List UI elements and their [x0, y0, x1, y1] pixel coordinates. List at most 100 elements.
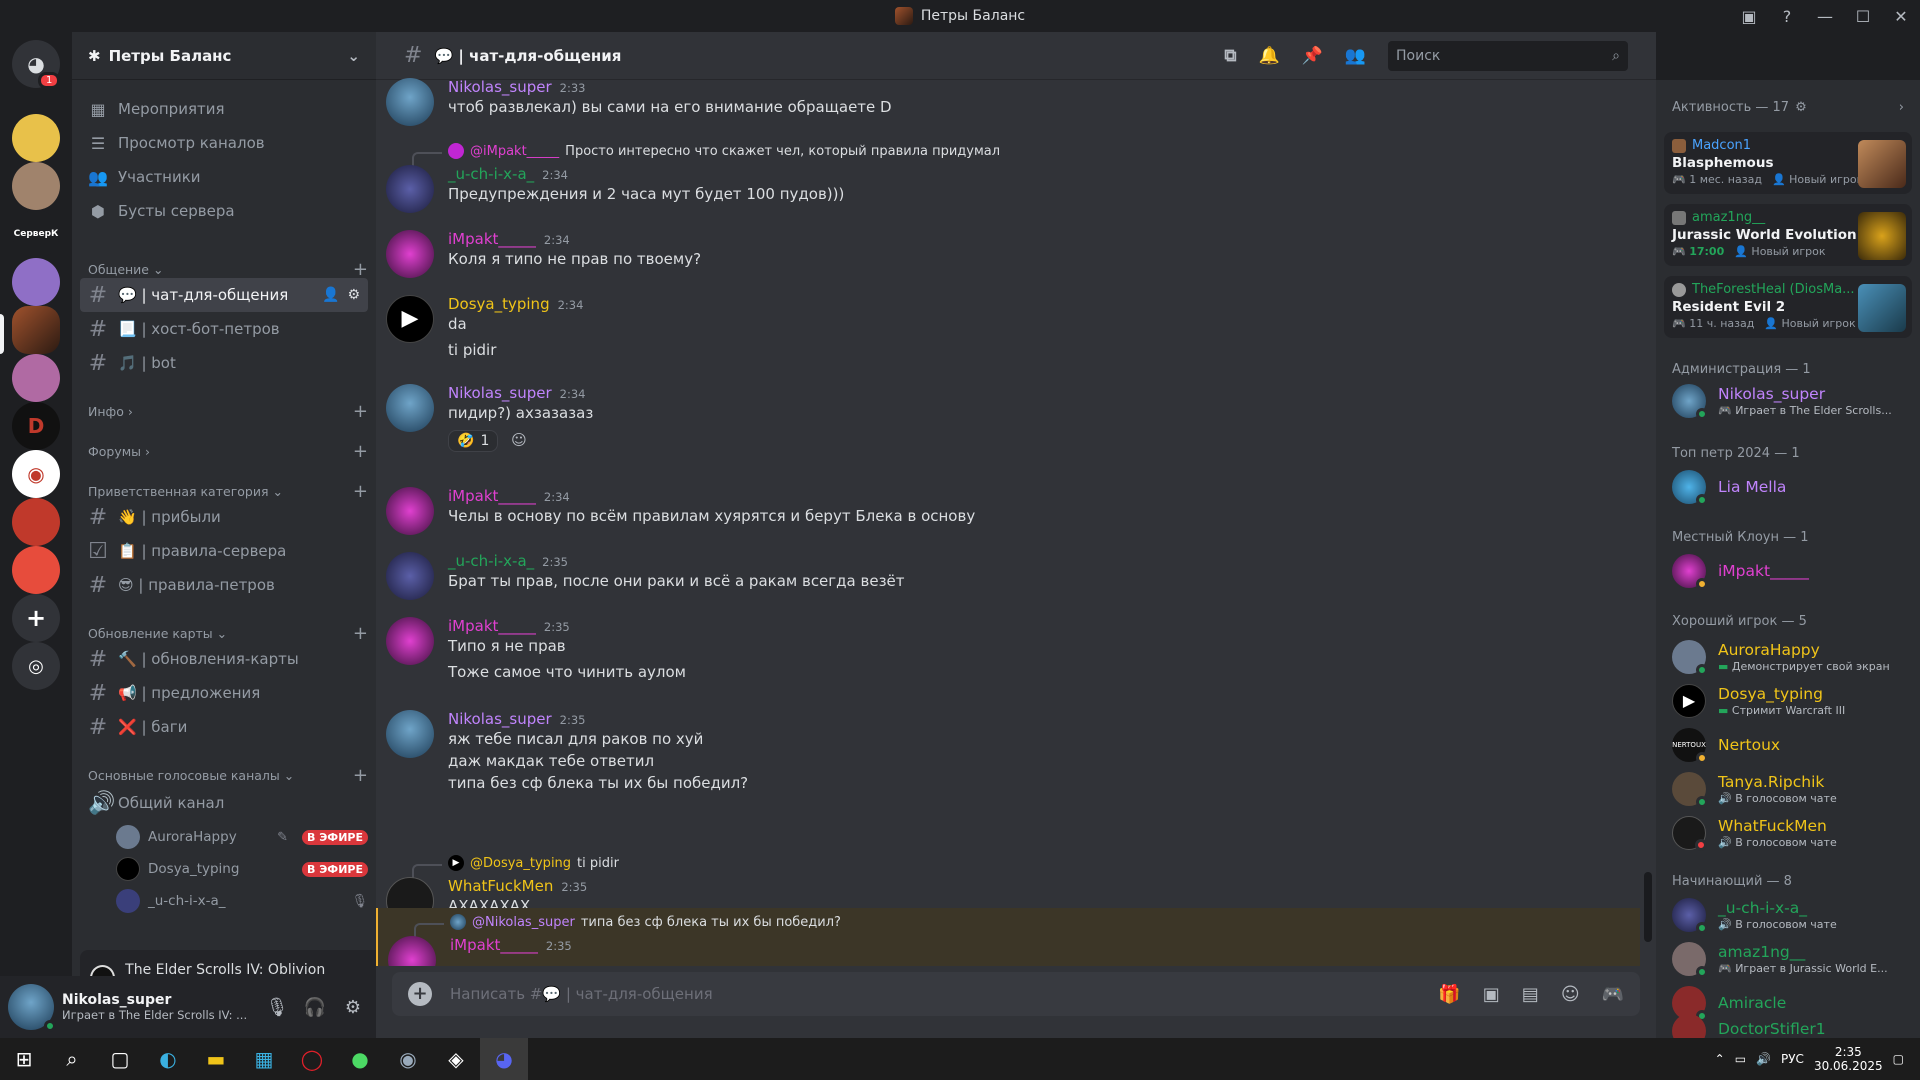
- add-channel-icon[interactable]: +: [353, 765, 368, 786]
- gear-icon[interactable]: ⚙: [1795, 100, 1807, 115]
- server-header[interactable]: ✱ Петры Баланс ⌄: [72, 32, 376, 80]
- member-item[interactable]: NERTOUX Nertoux: [1672, 724, 1912, 766]
- message-author[interactable]: Nikolas_super: [448, 710, 552, 728]
- play-avatar[interactable]: ▶: [386, 295, 434, 343]
- channel-host[interactable]: # 📃 | хост-бот-петров: [80, 312, 368, 346]
- sticker-icon[interactable]: ▤: [1522, 984, 1539, 1005]
- nav-browse-channels[interactable]: ☰ Просмотр каналов: [80, 126, 368, 160]
- server-icon-1[interactable]: [12, 114, 60, 162]
- microphone-icon[interactable]: 🎙: [262, 997, 292, 1018]
- avatar[interactable]: [386, 230, 434, 278]
- message-author[interactable]: WhatFuckMen: [448, 877, 553, 895]
- member-item[interactable]: AuroraHappy ▬ Демонстрирует свой экран: [1672, 636, 1912, 678]
- app-icon-green[interactable]: ●: [336, 1038, 384, 1080]
- server-icon-3[interactable]: [12, 258, 60, 306]
- message-author[interactable]: iMpakt_____: [450, 936, 538, 954]
- add-channel-icon[interactable]: +: [353, 401, 368, 422]
- gif-icon[interactable]: ▣: [1483, 984, 1500, 1005]
- message-input-placeholder[interactable]: Написать #💬 | чат-для-общения: [450, 985, 713, 1003]
- message-author[interactable]: _u-ch-i-x-a_: [448, 552, 534, 570]
- chevron-right-icon[interactable]: ›: [1899, 100, 1904, 115]
- server-icon-petry-balans[interactable]: [12, 306, 60, 354]
- activity-card[interactable]: amaz1ng__ Jurassic World Evolution 2 🎮 1…: [1664, 204, 1912, 266]
- channel-suggestions[interactable]: # 📢 | предложения: [80, 676, 368, 710]
- maximize-button[interactable]: ☐: [1844, 7, 1882, 26]
- avatar[interactable]: [386, 165, 434, 213]
- category-info[interactable]: Инфо › +: [88, 400, 368, 422]
- message-author[interactable]: iMpakt_____: [448, 617, 536, 635]
- help-icon[interactable]: ?: [1768, 7, 1806, 26]
- server-icon-2[interactable]: [12, 162, 60, 210]
- message-composer[interactable]: + Написать #💬 | чат-для-общения 🎁 ▣ ▤ ☺ …: [392, 972, 1640, 1016]
- windows-start-icon[interactable]: ⊞: [0, 1038, 48, 1080]
- nav-boosts[interactable]: ⬢ Бусты сервера: [80, 194, 368, 228]
- activity-card[interactable]: TheForestHeal (DiosMa... Resident Evil 2…: [1664, 276, 1912, 338]
- member-item[interactable]: _u-ch-i-x-a_ 🔊 В голосовом чате: [1672, 894, 1912, 936]
- discord-icon[interactable]: ◕: [480, 1038, 528, 1080]
- reply-preview[interactable]: @Nikolas_super типа без сф блека ты их бы…: [414, 914, 841, 937]
- voice-user[interactable]: Dosya_typing В ЭФИРЕ: [116, 854, 368, 884]
- add-channel-icon[interactable]: +: [353, 623, 368, 644]
- steam-icon[interactable]: ◉: [384, 1038, 432, 1080]
- activities-icon[interactable]: 🎮: [1602, 984, 1624, 1005]
- reply-preview[interactable]: ▶ @Dosya_typing ti pidir: [412, 855, 619, 878]
- avatar[interactable]: [386, 710, 434, 758]
- server-icon-diablo[interactable]: D: [12, 402, 60, 450]
- task-view-icon[interactable]: ▢: [96, 1038, 144, 1080]
- channel-bot[interactable]: # 🎵 | bot: [80, 346, 368, 380]
- add-channel-icon[interactable]: +: [353, 441, 368, 462]
- member-item[interactable]: iMpakt_____: [1672, 550, 1912, 592]
- language-indicator[interactable]: РУС: [1781, 1052, 1804, 1066]
- edge-icon[interactable]: ◐: [144, 1038, 192, 1080]
- avatar[interactable]: [388, 936, 436, 966]
- store-icon[interactable]: ▦: [240, 1038, 288, 1080]
- server-icon-7[interactable]: [12, 546, 60, 594]
- volume-icon[interactable]: 🔊: [1756, 1052, 1771, 1066]
- server-icon-4[interactable]: [12, 354, 60, 402]
- member-item[interactable]: WhatFuckMen 🔊 В голосовом чате: [1672, 812, 1912, 854]
- voice-user[interactable]: AuroraHappy ✎ В ЭФИРЕ: [116, 822, 368, 852]
- member-item[interactable]: DoctorStifler1: [1672, 1014, 1912, 1038]
- add-reaction-icon[interactable]: ☺: [511, 431, 527, 449]
- member-item[interactable]: Lia Mella: [1672, 466, 1912, 508]
- discover-icon[interactable]: ◎: [12, 642, 60, 690]
- gift-icon[interactable]: 🎁: [1438, 984, 1460, 1005]
- minimize-button[interactable]: —: [1806, 7, 1844, 26]
- channel-bugs[interactable]: # ❌ | баги: [80, 710, 368, 744]
- oblivion-icon[interactable]: ◈: [432, 1038, 480, 1080]
- member-item[interactable]: Tanya.Ripchik 🔊 В голосовом чате: [1672, 768, 1912, 810]
- voice-channel-general[interactable]: 🔊 Общий канал: [80, 786, 368, 820]
- threads-icon[interactable]: ⧉: [1224, 46, 1236, 66]
- bell-icon[interactable]: 🔔: [1258, 46, 1279, 66]
- avatar[interactable]: [386, 552, 434, 600]
- opera-icon[interactable]: ◯: [288, 1038, 336, 1080]
- notifications-icon[interactable]: ▢: [1893, 1052, 1904, 1066]
- invite-icon[interactable]: 👤: [322, 287, 339, 303]
- server-icon-5[interactable]: ◉: [12, 450, 60, 498]
- add-server-icon[interactable]: +: [12, 594, 60, 642]
- category-map[interactable]: Обновление карты ⌄ +: [88, 622, 368, 644]
- avatar[interactable]: [386, 487, 434, 535]
- server-icon-serverk[interactable]: СерверК: [12, 210, 60, 258]
- channel-arrived[interactable]: # 👋 | прибыли: [80, 500, 368, 534]
- search-input[interactable]: Поиск ⌕: [1388, 40, 1628, 71]
- clock[interactable]: 2:35 30.06.2025: [1814, 1045, 1883, 1073]
- channel-rules-server[interactable]: ☑ 📋 | правила-сервера: [80, 534, 368, 568]
- chevron-up-icon[interactable]: ⌃: [1715, 1052, 1725, 1066]
- upload-plus-icon[interactable]: +: [408, 982, 432, 1006]
- avatar[interactable]: [8, 984, 56, 1032]
- category-forums[interactable]: Форумы › +: [88, 440, 368, 462]
- avatar[interactable]: [386, 384, 434, 432]
- avatar[interactable]: [386, 617, 434, 665]
- network-icon[interactable]: ▭: [1735, 1052, 1746, 1066]
- gear-icon[interactable]: ⚙: [338, 997, 368, 1018]
- channel-chat[interactable]: # 💬 | чат-для-общения 👤 ⚙: [80, 278, 368, 312]
- gear-icon[interactable]: ⚙: [347, 287, 360, 303]
- emoji-icon[interactable]: ☺: [1561, 984, 1580, 1005]
- nav-members[interactable]: 👥 Участники: [80, 160, 368, 194]
- file-explorer-icon[interactable]: ▬: [192, 1038, 240, 1080]
- server-icon-6[interactable]: [12, 498, 60, 546]
- headphones-icon[interactable]: 🎧: [300, 997, 330, 1018]
- message-author[interactable]: Dosya_typing: [448, 295, 550, 313]
- reply-preview[interactable]: @iMpakt_____ Просто интересно что скажет …: [412, 143, 1000, 166]
